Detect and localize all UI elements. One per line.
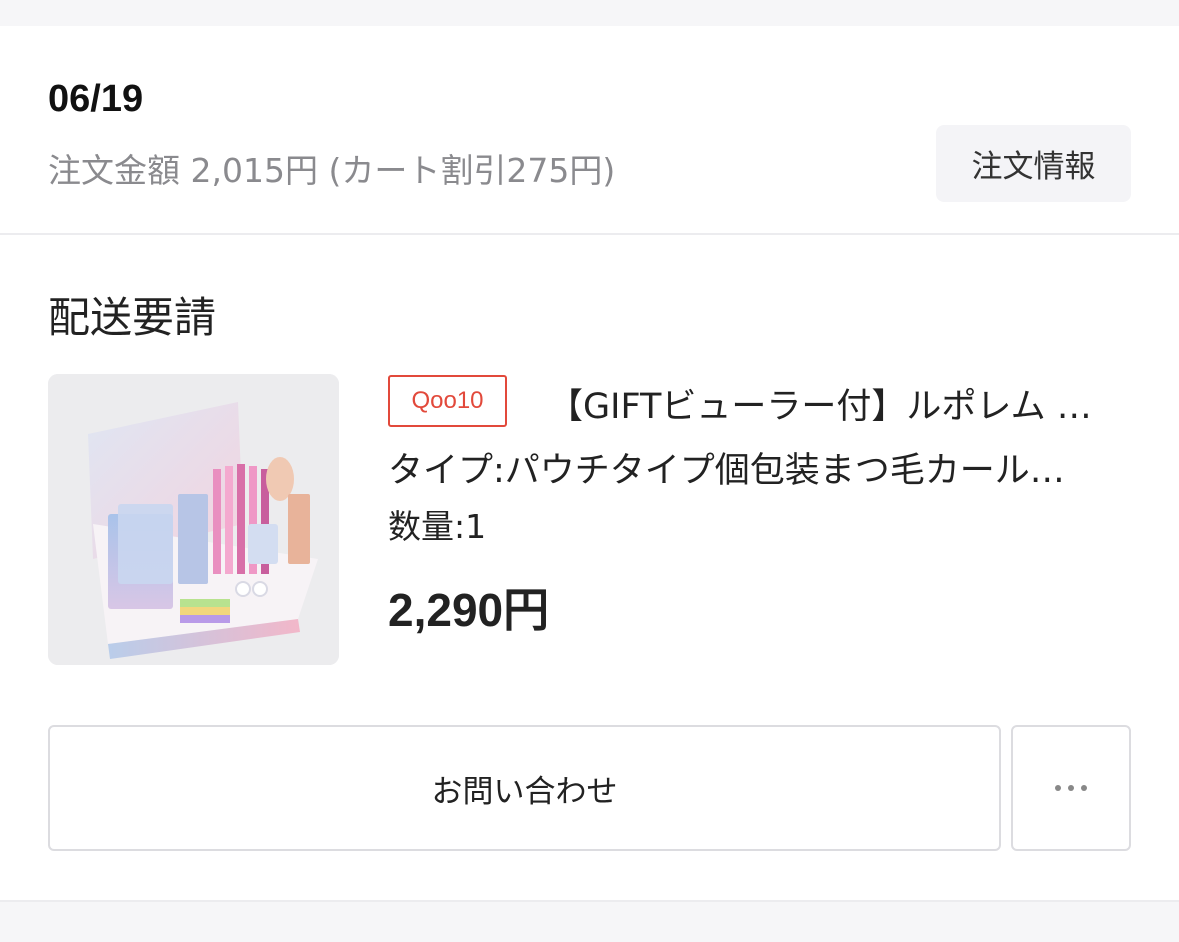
- item-quantity: 数量:1: [388, 507, 487, 546]
- item-price: 2,290円: [388, 584, 550, 636]
- contact-button[interactable]: お問い合わせ: [48, 725, 1001, 851]
- shop-badge: Qoo10: [388, 375, 507, 427]
- order-amount: 注文金額 2,015円 (カート割引275円): [48, 151, 616, 190]
- item-title[interactable]: 【GIFTビューラー付】ルポレム …: [548, 378, 1118, 429]
- more-button[interactable]: [1011, 725, 1131, 851]
- product-image-icon: [48, 374, 339, 665]
- order-date: 06/19: [48, 78, 144, 120]
- bottom-divider: [0, 900, 1179, 902]
- divider: [0, 233, 1179, 235]
- order-info-button[interactable]: 注文情報: [936, 125, 1131, 202]
- more-horizontal-icon: [1055, 785, 1087, 791]
- order-card: 06/19 注文金額 2,015円 (カート割引275円) 注文情報 配送要請: [0, 26, 1179, 900]
- section-title: 配送要請: [48, 293, 217, 342]
- item-option: タイプ:パウチタイプ個包装まつ毛カール…: [388, 451, 1065, 491]
- product-thumbnail[interactable]: [48, 374, 339, 665]
